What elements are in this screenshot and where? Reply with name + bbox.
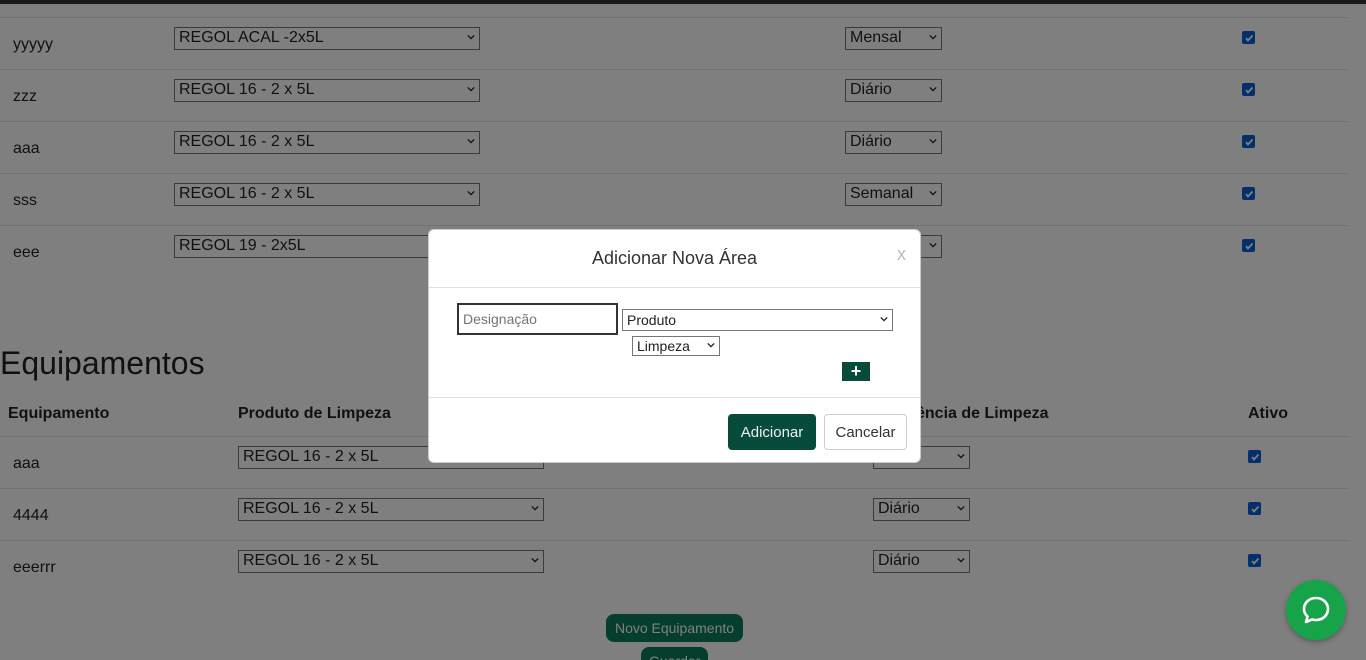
- chevron-down-icon: [880, 316, 888, 322]
- tipo-select[interactable]: Limpeza: [632, 336, 720, 356]
- modal-footer: Adicionar Cancelar: [429, 397, 920, 464]
- modal-body: Produto Limpeza +: [429, 288, 920, 397]
- cancel-button[interactable]: Cancelar: [824, 414, 907, 450]
- chevron-down-icon: [707, 342, 715, 348]
- modal-header: Adicionar Nova Área x: [429, 230, 920, 288]
- close-icon[interactable]: x: [897, 244, 906, 265]
- add-product-button[interactable]: +: [842, 361, 870, 381]
- add-area-modal: Adicionar Nova Área x Produto Limpeza + …: [428, 229, 921, 463]
- chat-bubble-icon: [1302, 596, 1330, 624]
- designacao-input[interactable]: [457, 303, 618, 335]
- chat-button[interactable]: [1286, 580, 1346, 640]
- tipo-select-value: Limpeza: [637, 338, 690, 354]
- add-button[interactable]: Adicionar: [728, 414, 816, 450]
- produto-select[interactable]: Produto: [622, 309, 893, 331]
- produto-select-value: Produto: [627, 312, 677, 328]
- modal-title: Adicionar Nova Área: [591, 248, 758, 268]
